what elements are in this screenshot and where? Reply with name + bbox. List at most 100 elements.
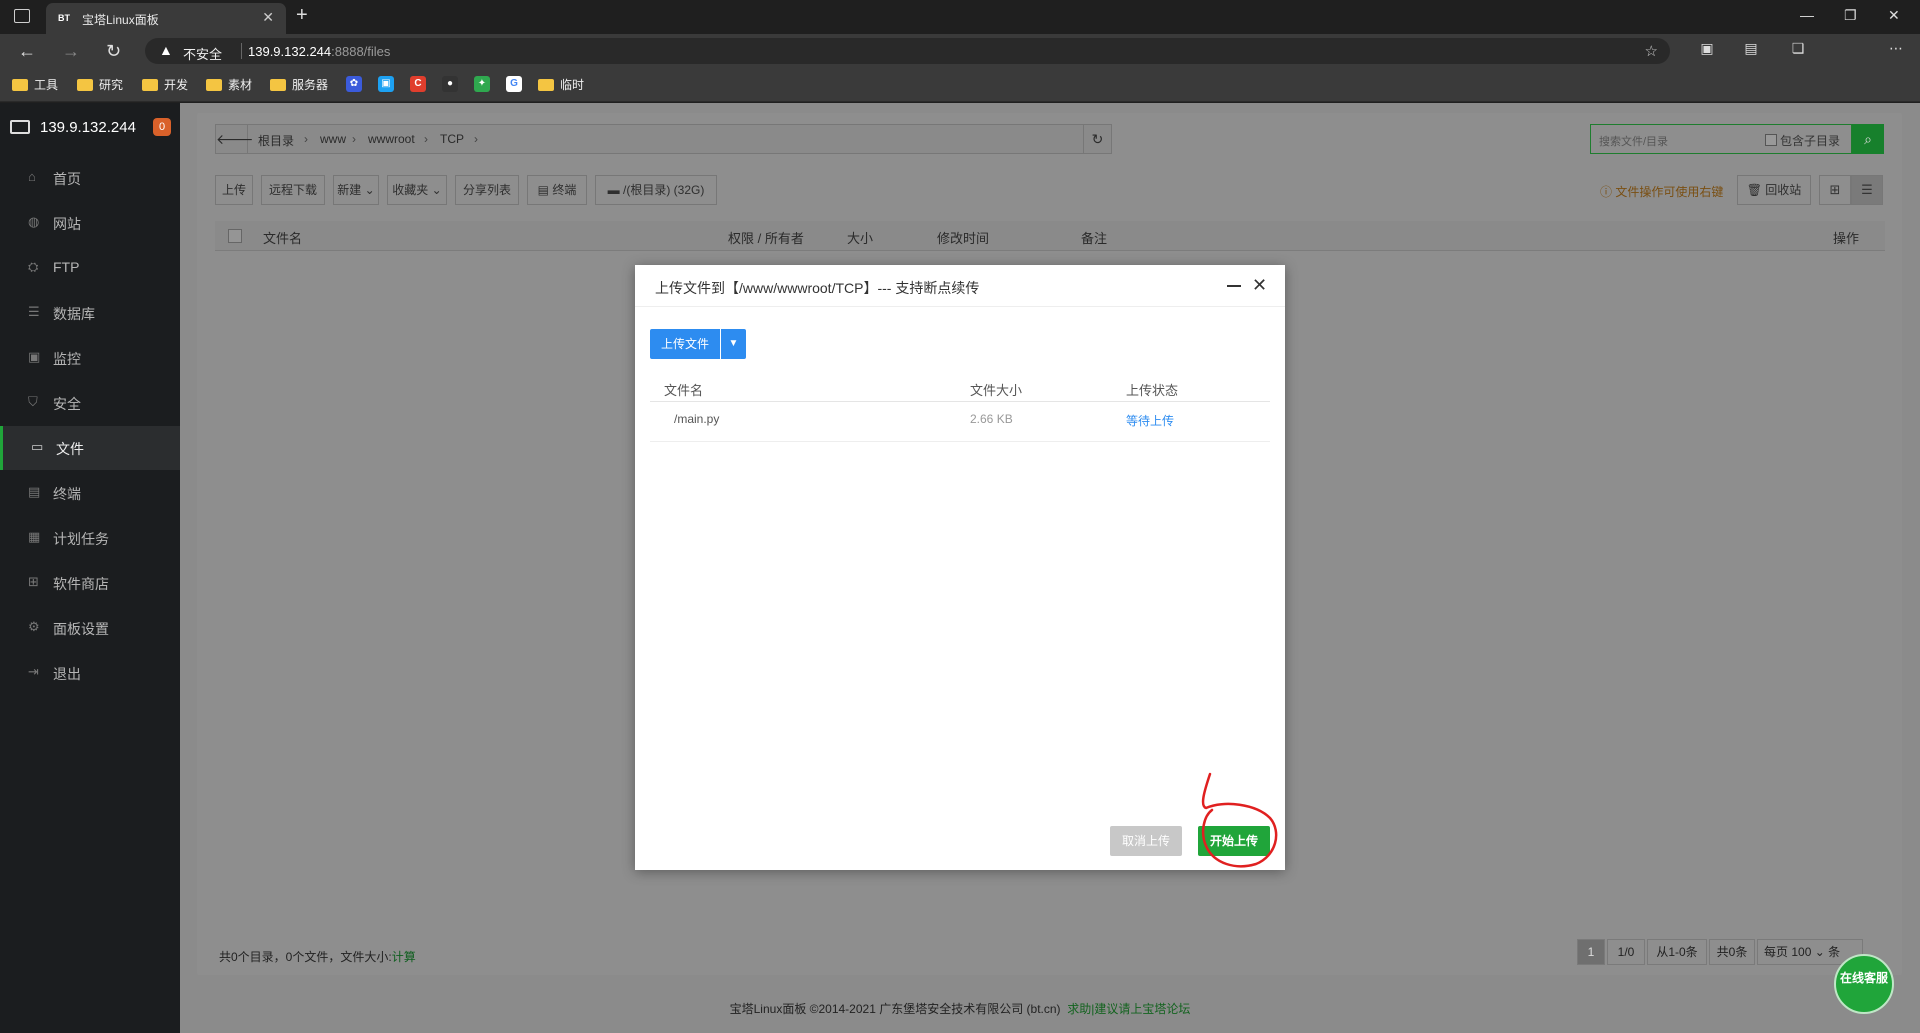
breadcrumb-www[interactable]: www (320, 132, 346, 146)
extension-icon[interactable]: ▣ (1697, 40, 1717, 60)
url-field[interactable]: ▲ 不安全 139.9.132.244:8888/files ☆ (145, 38, 1670, 64)
tab-actions-icon[interactable] (14, 9, 30, 23)
cancel-upload-button[interactable]: 取消上传 (1110, 826, 1182, 856)
copyright-text: 宝塔Linux面板 ©2014-2021 广东堡塔安全技术有限公司 (bt.cn… (729, 1002, 1061, 1016)
disk-button[interactable]: ▬ /(根目录) (32G) (595, 175, 717, 205)
breadcrumb-tcp[interactable]: TCP (440, 132, 464, 146)
upload-dropdown-icon[interactable]: ▼ (721, 329, 746, 359)
favorite-star-icon[interactable]: ☆ (1645, 42, 1658, 60)
upload-file-size: 2.66 KB (970, 412, 1013, 426)
remote-download-button[interactable]: 远程下载 (261, 175, 325, 205)
recycle-bin-button[interactable]: 🗑 回收站 (1737, 175, 1811, 205)
calendar-icon: ▦ (28, 529, 41, 544)
close-tab-icon[interactable]: ✕ (262, 9, 274, 26)
sidebar-item-home[interactable]: ⌂ 首页 (0, 156, 180, 200)
online-service-button[interactable]: 在线客服 (1834, 954, 1894, 1014)
baidu-icon[interactable]: ✿ (346, 76, 362, 92)
start-upload-button[interactable]: 开始上传 (1198, 826, 1270, 856)
new-tab-icon[interactable]: + (296, 4, 308, 27)
github-icon[interactable]: ● (442, 76, 458, 92)
sidebar-item-settings[interactable]: ⚙ 面板设置 (0, 606, 180, 650)
search-icon: ⌕ (1864, 131, 1872, 147)
upload-table-header: 文件名 文件大小 上传状态 (650, 370, 1270, 402)
select-all-checkbox[interactable] (228, 229, 242, 243)
sidebar-item-ftp[interactable]: ⛭ FTP (0, 246, 180, 290)
breadcrumb: 🡐 根目录 › www › wwwroot › TCP › ↻ (215, 124, 1112, 154)
home-icon: ⌂ (28, 169, 36, 184)
share-list-button[interactable]: 分享列表 (455, 175, 519, 205)
terminal-button[interactable]: ▤ 终端 (527, 175, 587, 205)
forum-link[interactable]: 求助|建议请上宝塔论坛 (1067, 1002, 1190, 1016)
more-icon[interactable]: ⋯ (1886, 40, 1906, 60)
search-input[interactable]: 搜索文件/目录 包含子目录 (1590, 124, 1852, 154)
col-mtime[interactable]: 修改时间 (937, 228, 989, 247)
back-arrow-icon[interactable]: 🡐 (216, 125, 254, 153)
sidebar-item-security[interactable]: ⛉ 安全 (0, 381, 180, 425)
minimize-icon[interactable]: — (1800, 7, 1814, 23)
message-badge[interactable]: 0 (153, 118, 171, 136)
chevron-right-icon: › (304, 132, 308, 146)
sidebar-item-store[interactable]: ⊞ 软件商店 (0, 561, 180, 605)
restore-icon[interactable]: ❐ (1844, 7, 1857, 24)
bookmark-folder[interactable]: 素材 (206, 76, 252, 93)
close-window-icon[interactable]: ✕ (1888, 7, 1900, 24)
disk-icon: ▬ (607, 183, 620, 197)
include-subdir-checkbox[interactable] (1765, 134, 1777, 146)
search-button[interactable]: ⌕ (1852, 124, 1884, 154)
sidebar-item-files[interactable]: ▭ 文件 (0, 426, 180, 470)
grid-view-icon[interactable]: ⊞ (1819, 175, 1851, 205)
col-filename[interactable]: 文件名 (263, 228, 302, 247)
folder-icon (12, 78, 28, 91)
per-page-unit: 条 (1828, 945, 1841, 959)
bilibili-icon[interactable]: ▣ (378, 76, 394, 92)
per-page-label: 每页 (1764, 945, 1789, 959)
url-path: :8888/files (331, 44, 391, 59)
forward-icon[interactable]: → (62, 41, 80, 62)
sidebar-item-monitor[interactable]: ▣ 监控 (0, 336, 180, 380)
col-permission[interactable]: 权限 / 所有者 (728, 228, 804, 247)
url-host: 139.9.132.244 (248, 44, 332, 59)
page-current[interactable]: 1 (1577, 939, 1605, 965)
bookmark-folder[interactable]: 服务器 (270, 76, 328, 93)
col-size[interactable]: 大小 (847, 228, 873, 247)
folder-icon (538, 78, 554, 91)
bookmark-folder[interactable]: 工具 (12, 76, 58, 93)
green-app-icon[interactable]: ✦ (474, 76, 490, 92)
collections-icon[interactable]: ❏ (1788, 40, 1808, 60)
refresh-icon[interactable]: ↻ (1083, 125, 1111, 153)
bookmark-folder[interactable]: 研究 (77, 76, 123, 93)
reload-icon[interactable]: ↻ (106, 41, 121, 62)
per-page-value: 100 (1791, 945, 1812, 959)
bookmark-folder[interactable]: 开发 (142, 76, 188, 93)
sidebar-item-terminal[interactable]: ▤ 终端 (0, 471, 180, 515)
close-dialog-icon[interactable]: ✕ (1252, 275, 1267, 296)
browser-tab[interactable]: BT 宝塔Linux面板 ✕ (46, 3, 286, 34)
folder-icon (206, 78, 222, 91)
monitor-icon: ▣ (28, 349, 41, 364)
save-icon[interactable]: ▤ (1741, 40, 1761, 60)
new-dropdown-button[interactable]: 新建 ⌄ (333, 175, 379, 205)
sidebar-item-database[interactable]: ☰ 数据库 (0, 291, 180, 335)
page-count: 1/0 (1607, 939, 1645, 965)
list-view-icon[interactable]: ☰ (1851, 175, 1883, 205)
sidebar-item-logout[interactable]: ⇥ 退出 (0, 651, 180, 695)
breadcrumb-wwwroot[interactable]: wwwroot (368, 132, 415, 146)
google-icon[interactable]: G (506, 76, 522, 92)
calc-size-link[interactable]: 计算 (392, 950, 416, 964)
favorites-label: 收藏夹 (392, 183, 429, 197)
upload-file-status: 等待上传 (1126, 414, 1175, 428)
chevron-right-icon: › (474, 132, 478, 146)
breadcrumb-root[interactable]: 根目录 (258, 132, 294, 149)
csdn-icon[interactable]: C (410, 76, 426, 92)
minimize-dialog-icon[interactable] (1227, 285, 1241, 287)
upload-button[interactable]: 上传 (215, 175, 253, 205)
upload-file-button[interactable]: 上传文件 (650, 329, 720, 359)
sidebar-item-cron[interactable]: ▦ 计划任务 (0, 516, 180, 560)
chevron-down-icon: ⌄ (431, 183, 442, 197)
sidebar-item-website[interactable]: ◍ 网站 (0, 201, 180, 245)
favorites-dropdown-button[interactable]: 收藏夹 ⌄ (387, 175, 447, 205)
bookmark-folder[interactable]: 临时 (538, 76, 584, 93)
back-icon[interactable]: ← (18, 41, 36, 62)
folder-icon (77, 78, 93, 91)
summary-text: 共0个目录，0个文件，文件大小: (219, 950, 392, 964)
